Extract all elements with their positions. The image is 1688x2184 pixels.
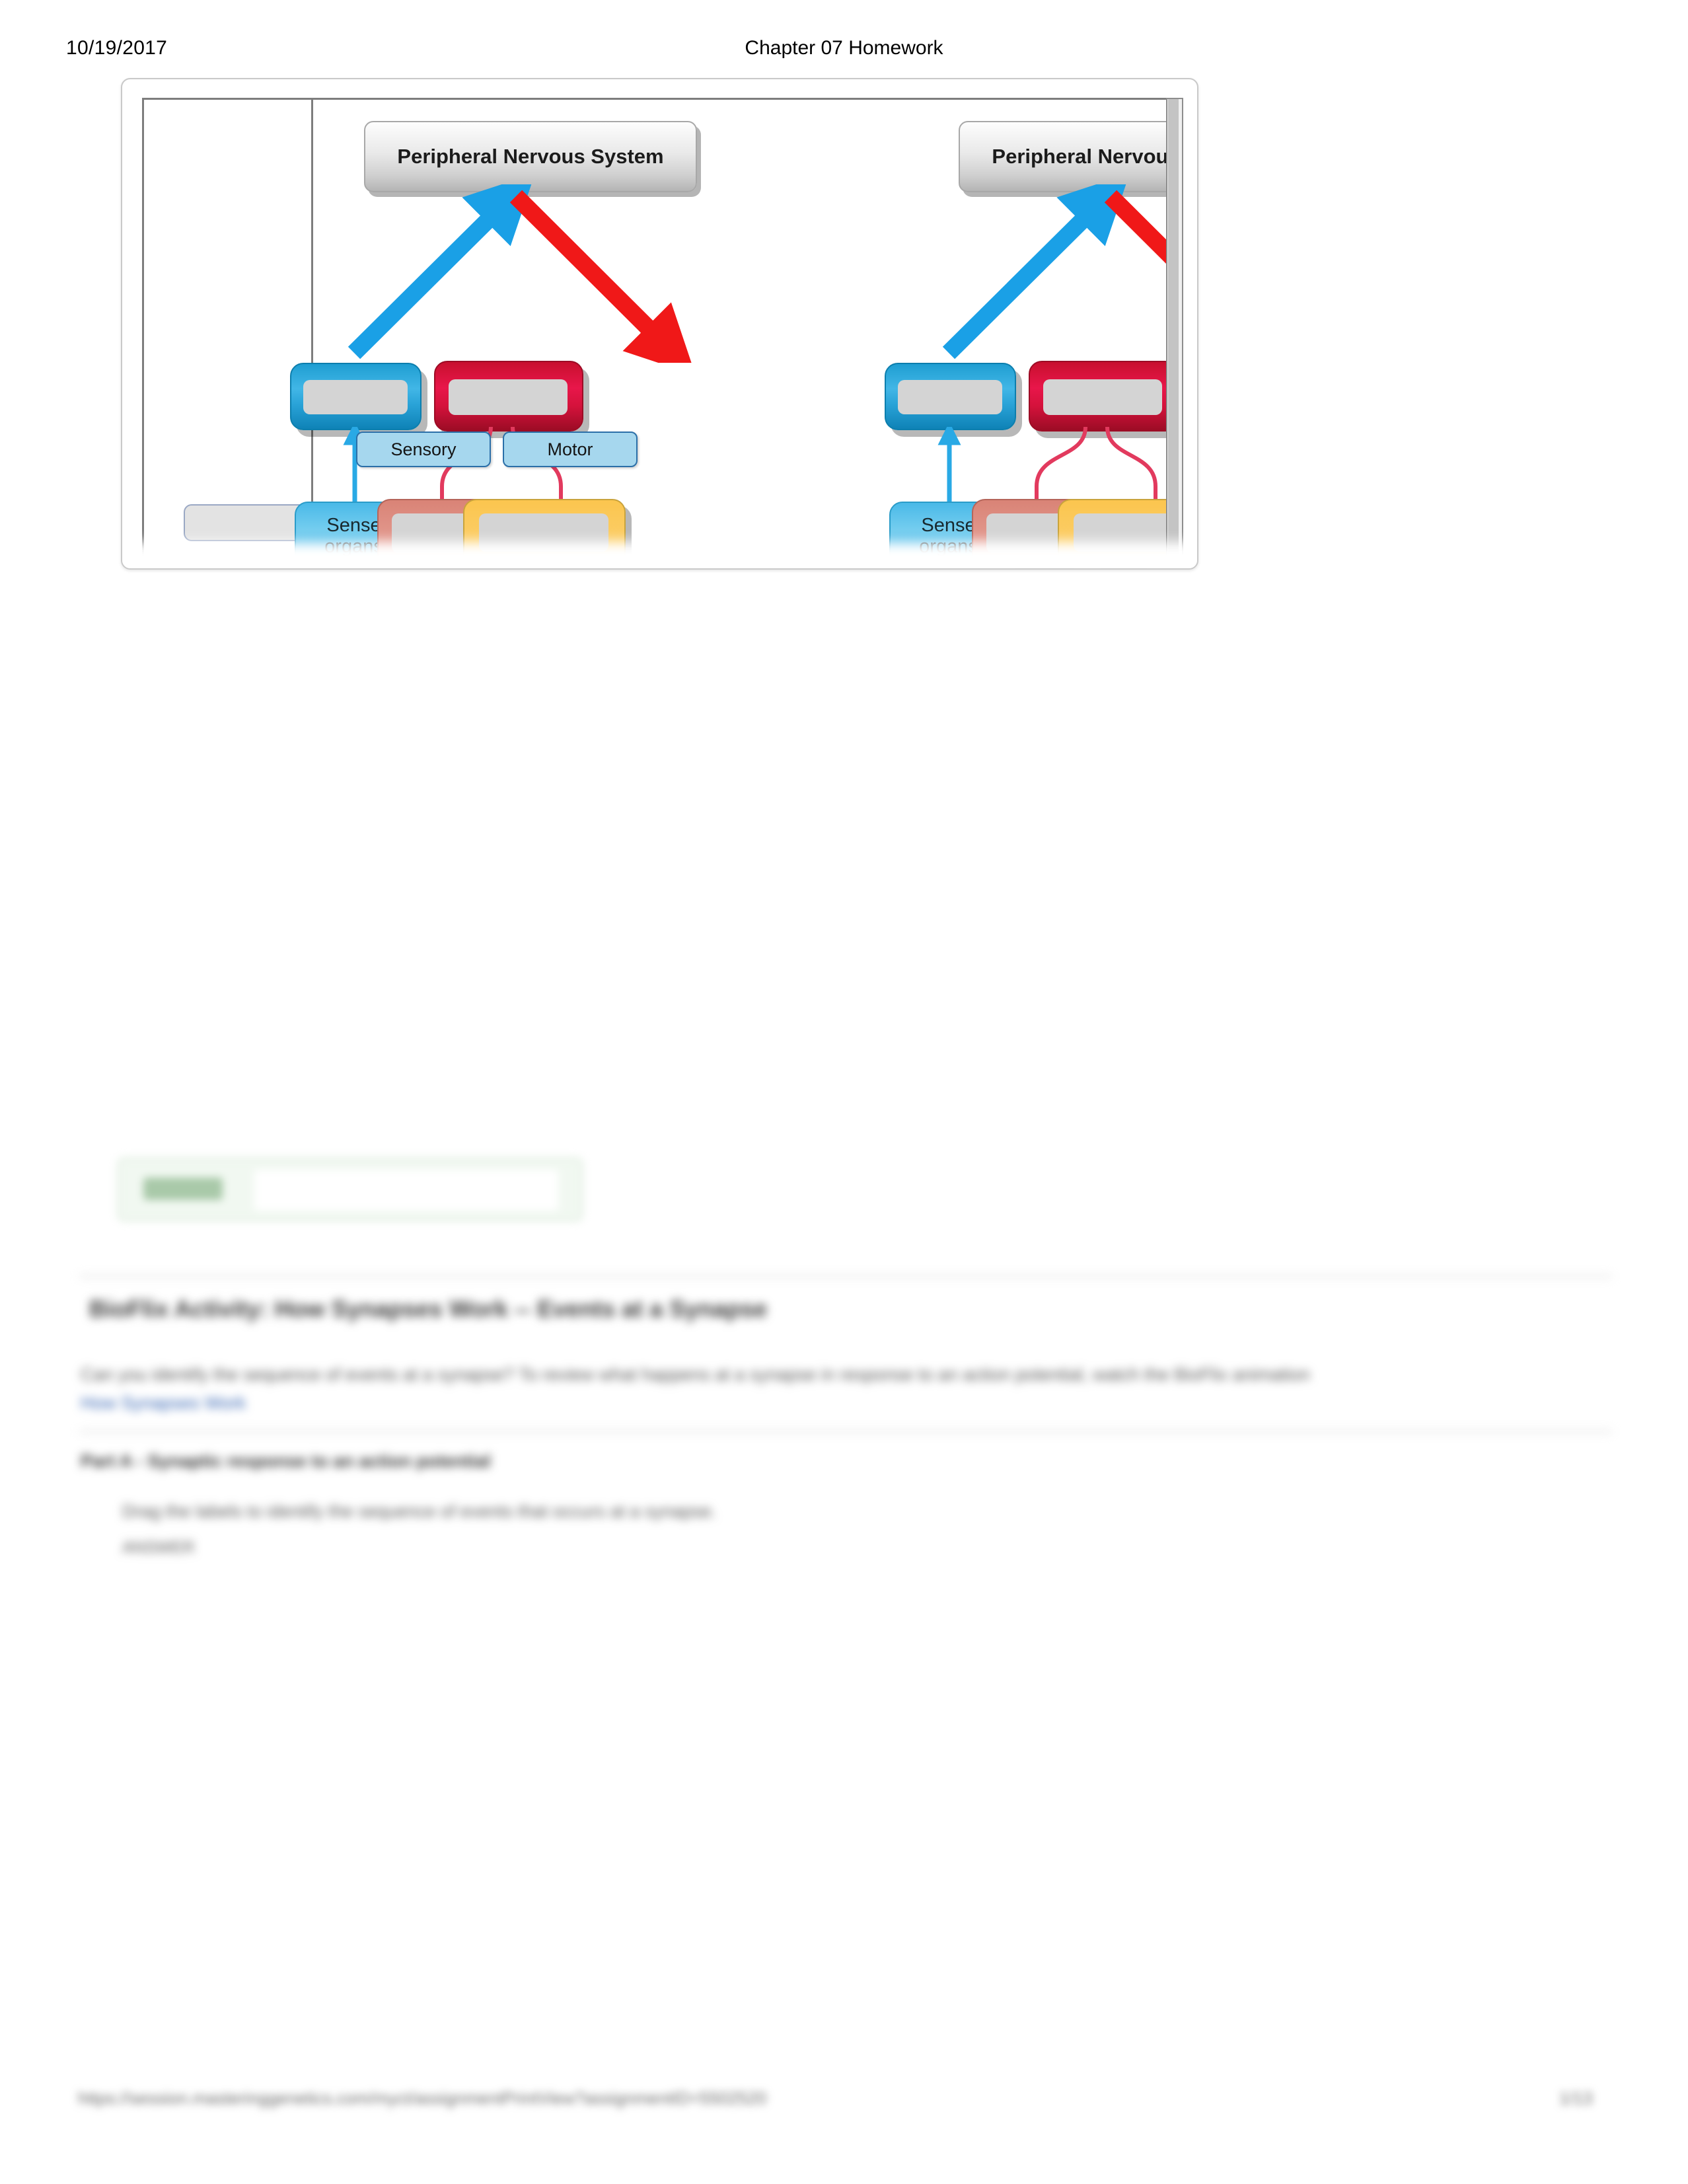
- afferent-drop-slot-2[interactable]: [898, 380, 1002, 414]
- diagram-scene-secondary: Peripheral Nervous System Senseorgans: [885, 100, 1168, 568]
- activity-heading: BioFlix Activity: How Synapses Work -- E…: [89, 1295, 768, 1322]
- diagram-scrollbar-thumb[interactable]: [1168, 99, 1179, 568]
- afferent-drop-slot[interactable]: [303, 380, 408, 414]
- tile-sensory[interactable]: Sensory: [356, 432, 491, 467]
- activity-intro: Can you identify the sequence of events …: [81, 1365, 1310, 1384]
- activity-toolbar: [122, 542, 1197, 568]
- efferent-division-block[interactable]: [434, 361, 583, 432]
- tile-motor[interactable]: Motor: [503, 432, 638, 467]
- efferent-division-block-2[interactable]: [1029, 361, 1168, 432]
- efferent-drop-slot-2[interactable]: [1043, 379, 1162, 415]
- activity-intro-link[interactable]: How Synapses Work: [81, 1393, 246, 1413]
- status-badge: [143, 1178, 223, 1200]
- pns-header-box-top-2: Peripheral Nervous System: [959, 121, 1168, 192]
- part-label: Part A - Synaptic response to an action …: [81, 1451, 491, 1471]
- section-divider-top: [79, 1275, 1612, 1277]
- part-instruction: Drag the labels to identify the sequence…: [122, 1501, 717, 1521]
- afferent-division-block[interactable]: [290, 363, 422, 430]
- answer-label[interactable]: ANSWER: [122, 1538, 195, 1558]
- diagram-scene-primary: Peripheral Nervous System Sensory Motor …: [290, 100, 906, 568]
- diagram-scrollbar[interactable]: [1166, 98, 1183, 568]
- efferent-drop-slot[interactable]: [449, 379, 568, 415]
- print-header: 10/19/2017 Chapter 07 Homework: [0, 37, 1688, 66]
- footer-url: https://session.masteringgenetics.com/my…: [78, 2088, 767, 2108]
- pns-header-box-top: Peripheral Nervous System: [364, 121, 697, 192]
- activity-card: Peripheral Nervous System Sensory Motor …: [121, 78, 1198, 570]
- page-title: Chapter 07 Homework: [745, 37, 943, 59]
- efferent-arrow-icon-2: [1104, 190, 1168, 266]
- feedback-body: [254, 1170, 558, 1211]
- feedback-banner-correct: [118, 1158, 583, 1221]
- diagram-panel[interactable]: Peripheral Nervous System Sensory Motor …: [142, 98, 1168, 568]
- section-divider-part: [79, 1431, 1612, 1433]
- footer-page-number: 1/13: [1559, 2088, 1593, 2108]
- afferent-division-block-2[interactable]: [885, 363, 1016, 430]
- efferent-arrow-icon: [509, 190, 696, 363]
